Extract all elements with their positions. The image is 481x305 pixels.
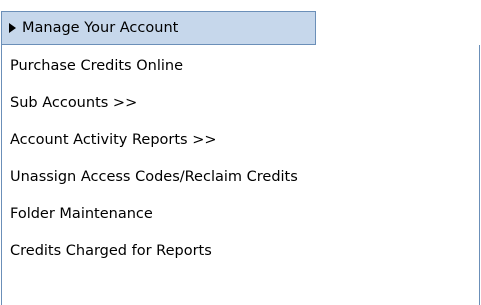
menu-header-label: Manage Your Account (22, 20, 179, 36)
menu-item-folder-maintenance[interactable]: Folder Maintenance (10, 206, 153, 222)
account-menu-panel: Purchase Credits Online Sub Accounts >> … (1, 45, 480, 305)
menu-item-unassign-access-codes[interactable]: Unassign Access Codes/Reclaim Credits (10, 169, 298, 185)
caret-right-icon (9, 23, 16, 33)
manage-account-menu-header[interactable]: Manage Your Account (1, 11, 316, 45)
menu-item-sub-accounts[interactable]: Sub Accounts >> (10, 95, 137, 111)
menu-item-credits-charged-reports[interactable]: Credits Charged for Reports (10, 243, 212, 259)
menu-item-account-activity-reports[interactable]: Account Activity Reports >> (10, 132, 217, 148)
menu-item-purchase-credits[interactable]: Purchase Credits Online (10, 58, 183, 74)
